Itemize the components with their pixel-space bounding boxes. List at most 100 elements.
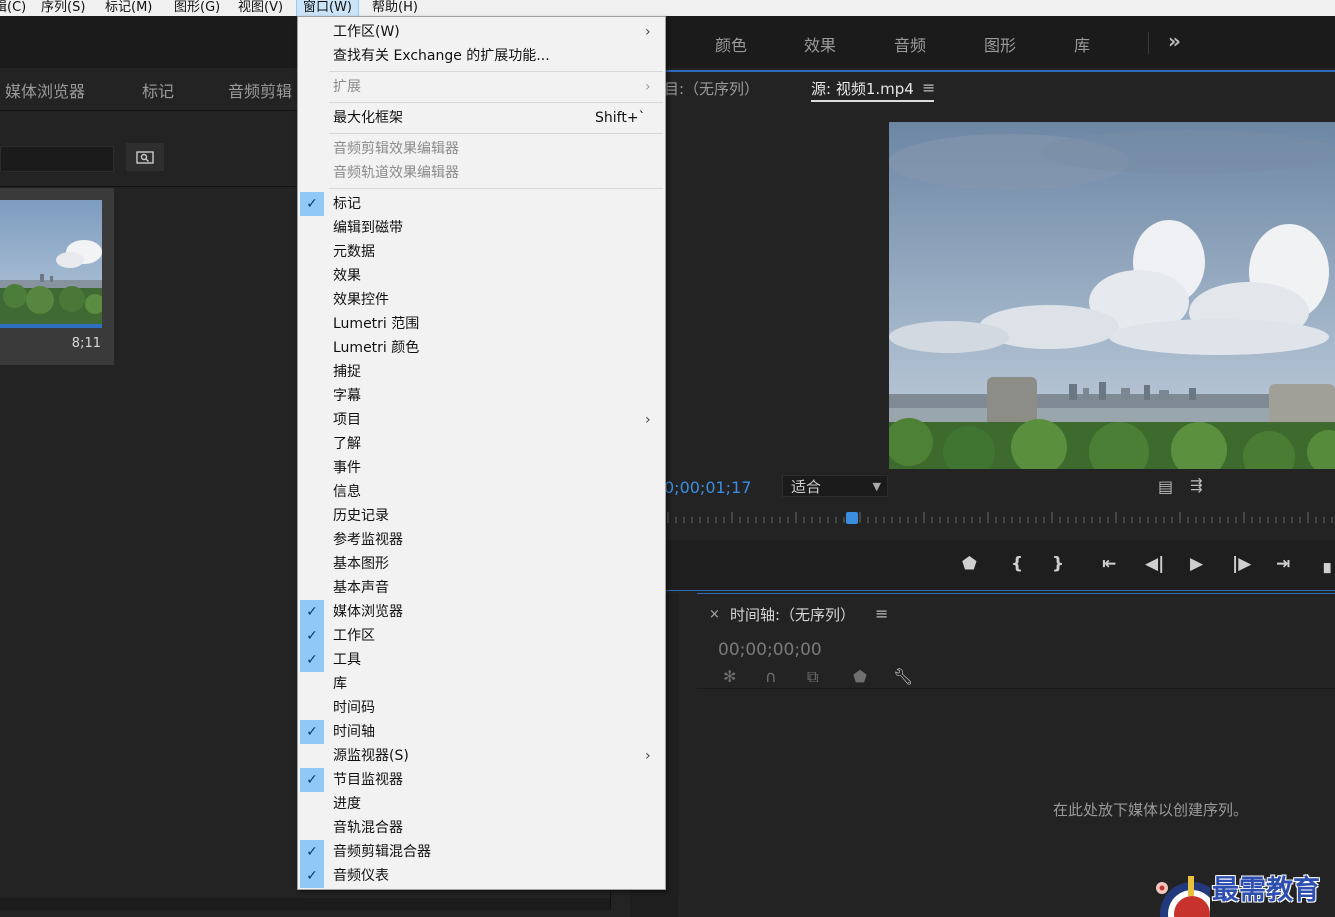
workspace-tab-audio[interactable]: 音频 (894, 32, 926, 56)
menu-item-音频剪辑混合器[interactable]: ✓ 音频剪辑混合器 (298, 840, 665, 864)
step-forward-icon[interactable]: |▶ (1232, 554, 1251, 574)
menu-item-字幕[interactable]: 字幕 (298, 384, 665, 408)
play-icon[interactable]: ▶ (1190, 554, 1203, 574)
menu-item-label: 时间轴 (333, 724, 375, 740)
menu-item-工作区[interactable]: ✓ 工作区 (298, 624, 665, 648)
menu-help[interactable]: 帮助(H) (372, 0, 418, 16)
menu-item-label: 基本图形 (333, 556, 389, 572)
more-workspaces-icon[interactable]: » (1168, 29, 1181, 53)
tab-media-browser[interactable]: 媒体浏览器 (5, 78, 85, 102)
watermark-logo: 最需教育 (1150, 862, 1335, 917)
tab-audio-clip[interactable]: 音频剪辑 (228, 78, 292, 102)
menu-item-工作区-w[interactable]: 工作区(W) › (298, 20, 665, 44)
menu-item-查找有关-exchange-的扩展功能[interactable]: 查找有关 Exchange 的扩展功能... (298, 44, 665, 68)
menu-item-label: 音轨混合器 (333, 820, 403, 836)
menu-view[interactable]: 视图(V) (238, 0, 283, 16)
menu-separator (329, 71, 663, 72)
menu-item-参考监视器[interactable]: 参考监视器 (298, 528, 665, 552)
tab-markers[interactable]: 标记 (142, 78, 174, 102)
chevron-down-icon: ▼ (872, 480, 881, 493)
mark-out-icon[interactable]: } (1052, 554, 1064, 574)
wrench-icon[interactable]: 🔧︎ (893, 667, 913, 686)
menu-window[interactable]: 窗口(W) (296, 0, 359, 16)
menu-item-基本声音[interactable]: 基本声音 (298, 576, 665, 600)
panel-menu-icon[interactable]: ≡ (922, 78, 935, 97)
mascot-icon (1156, 876, 1210, 917)
menu-item-label: 进度 (333, 796, 361, 812)
workspace-divider (1148, 32, 1149, 54)
insert-icon[interactable]: ▖ (1324, 554, 1335, 574)
menu-item-进度[interactable]: 进度 (298, 792, 665, 816)
menu-item-label: Lumetri 范围 (333, 316, 420, 332)
workspace-tab-effects[interactable]: 效果 (804, 32, 836, 56)
menu-item-编辑到磁带[interactable]: 编辑到磁带 (298, 216, 665, 240)
menu-item-音频仪表[interactable]: ✓ 音频仪表 (298, 864, 665, 888)
menu-item-lumetri-范围[interactable]: Lumetri 范围 (298, 312, 665, 336)
go-to-in-icon[interactable]: ⇤ (1102, 554, 1116, 574)
workspace-tab-graphics[interactable]: 图形 (984, 32, 1016, 56)
timeline-header-divider (697, 688, 1335, 689)
menu-item-事件[interactable]: 事件 (298, 456, 665, 480)
menu-item-时间码[interactable]: 时间码 (298, 696, 665, 720)
menu-item-label: 字幕 (333, 388, 361, 404)
menu-item-库[interactable]: 库 (298, 672, 665, 696)
panel-focus-line (697, 593, 1335, 594)
menu-item-label: 音频仪表 (333, 868, 389, 884)
menu-item-项目[interactable]: 项目 › (298, 408, 665, 432)
menu-item-历史记录[interactable]: 历史记录 (298, 504, 665, 528)
add-marker-icon[interactable]: ⬟ (962, 554, 977, 574)
menu-item-效果[interactable]: 效果 (298, 264, 665, 288)
menu-item-label: 最大化框架 (333, 110, 403, 126)
menu-graphics[interactable]: 图形(G) (174, 0, 220, 16)
workspace-tab-color[interactable]: 颜色 (715, 32, 747, 56)
go-to-out-icon[interactable]: ⇥ (1276, 554, 1290, 574)
nest-sequence-icon[interactable]: ✻ (723, 667, 736, 686)
mark-in-icon[interactable]: { (1011, 554, 1023, 574)
menu-item-label: Lumetri 颜色 (333, 340, 420, 356)
menu-item-lumetri-颜色[interactable]: Lumetri 颜色 (298, 336, 665, 360)
workspace-tab-libraries[interactable]: 库 (1074, 32, 1090, 56)
menu-item-信息[interactable]: 信息 (298, 480, 665, 504)
menu-item-label: 基本声音 (333, 580, 389, 596)
tab-source-monitor[interactable]: 源: 视频1.mp4 (811, 78, 914, 99)
tab-program-monitor[interactable]: 目:（无序列） (664, 78, 759, 99)
menu-item-label: 编辑到磁带 (333, 220, 403, 236)
menu-item-了解[interactable]: 了解 (298, 432, 665, 456)
menu-item-时间轴[interactable]: ✓ 时间轴 (298, 720, 665, 744)
menu-item-基本图形[interactable]: 基本图形 (298, 552, 665, 576)
menu-item-label: 扩展 (333, 79, 361, 95)
panel-menu-icon[interactable]: ≡ (875, 604, 888, 623)
menu-sequence[interactable]: 序列(S) (41, 0, 85, 16)
menu-item-效果控件[interactable]: 效果控件 (298, 288, 665, 312)
menu-item-源监视器-s[interactable]: 源监视器(S) › (298, 744, 665, 768)
insert-overlay-icon[interactable]: ⇶ (1190, 476, 1203, 494)
snap-magnet-icon[interactable]: ∩ (765, 667, 777, 686)
menu-item-元数据[interactable]: 元数据 (298, 240, 665, 264)
linked-selection-icon[interactable]: ⧉ (807, 667, 818, 687)
timeline-timecode[interactable]: 00;00;00;00 (718, 640, 822, 660)
source-timecode[interactable]: 0;00;01;17 (664, 478, 751, 497)
menu-item-label: 库 (333, 676, 347, 692)
menu-edit[interactable]: 辑(C) (0, 0, 26, 16)
workspace-bar: 颜色 效果 音频 图形 库 » (0, 16, 1335, 68)
export-frame-icon[interactable]: ▤ (1158, 477, 1173, 496)
menu-item-捕捉[interactable]: 捕捉 (298, 360, 665, 384)
search-folder-icon[interactable] (126, 143, 164, 171)
playhead-handle[interactable] (846, 512, 858, 524)
menu-item-节目监视器[interactable]: ✓ 节目监视器 (298, 768, 665, 792)
menu-item-音轨混合器[interactable]: 音轨混合器 (298, 816, 665, 840)
menu-marker[interactable]: 标记(M) (105, 0, 152, 16)
close-icon[interactable]: × (709, 607, 720, 622)
menu-item-标记[interactable]: ✓ 标记 (298, 192, 665, 216)
menu-item-媒体浏览器[interactable]: ✓ 媒体浏览器 (298, 600, 665, 624)
menu-item-最大化框架[interactable]: 最大化框架 Shift+` (298, 106, 665, 130)
menu-item-label: 查找有关 Exchange 的扩展功能... (333, 48, 550, 64)
clip-thumbnail-card[interactable]: 8;11 (0, 188, 114, 365)
menu-item-工具[interactable]: ✓ 工具 (298, 648, 665, 672)
source-time-ruler[interactable] (664, 510, 1335, 526)
timeline-tab-title[interactable]: 时间轴:（无序列） (730, 604, 855, 625)
add-marker-icon[interactable]: ⬟ (853, 667, 867, 686)
step-back-icon[interactable]: ◀| (1145, 554, 1164, 574)
zoom-fit-select[interactable]: 适合 ▼ (782, 475, 888, 497)
search-input[interactable] (0, 146, 114, 172)
